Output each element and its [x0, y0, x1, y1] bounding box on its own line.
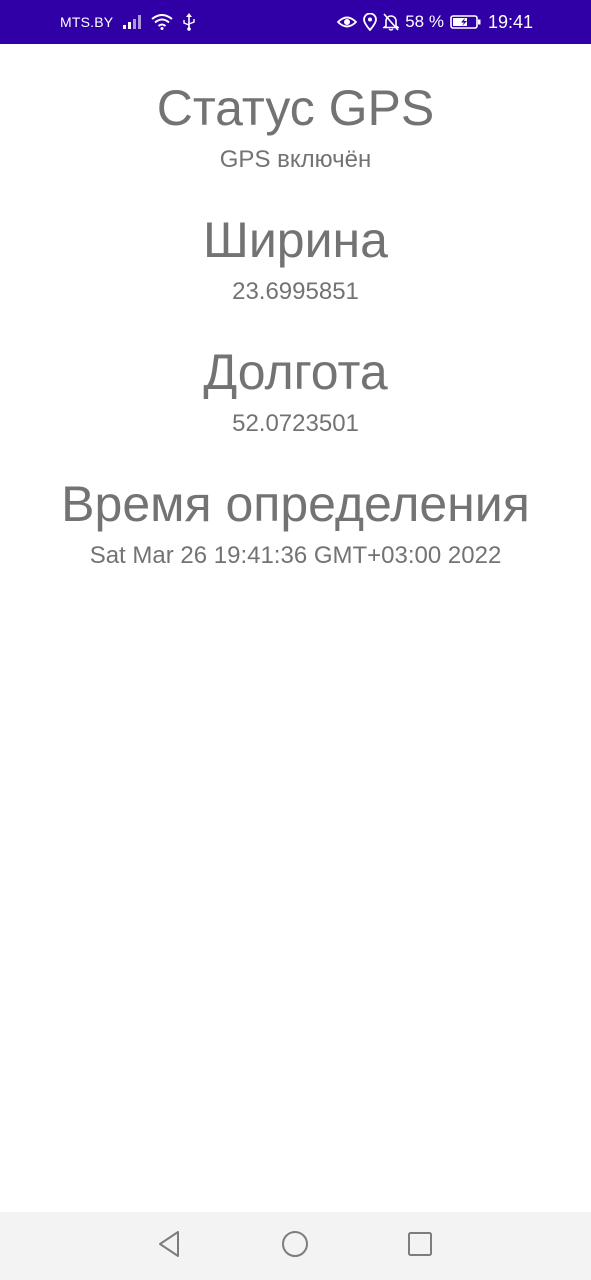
- longitude-value: 52.0723501: [232, 410, 359, 437]
- usb-icon: [183, 13, 196, 31]
- gps-info-screen: Статус GPS GPS включён Ширина 23.6995851…: [0, 44, 591, 1212]
- battery-percent: 58 %: [405, 12, 444, 31]
- location-icon: [363, 13, 378, 31]
- status-bar-right: 58 % 19:41: [337, 0, 533, 44]
- latitude-title: Ширина: [203, 212, 388, 268]
- eye-comfort-icon: [337, 15, 358, 29]
- status-bar: MTS.BY 58 % 19:41: [0, 0, 591, 44]
- wifi-icon: [151, 14, 173, 30]
- fix-time-value: Sat Mar 26 19:41:36 GMT+03:00 2022: [89, 542, 502, 569]
- notifications-muted-icon: [383, 13, 400, 31]
- navigation-bar: [0, 1212, 591, 1280]
- back-button[interactable]: [153, 1230, 185, 1262]
- gps-status-title: Статус GPS: [156, 80, 435, 136]
- longitude-title: Долгота: [203, 344, 388, 400]
- latitude-value: 23.6995851: [232, 278, 359, 305]
- home-icon: [281, 1230, 309, 1263]
- signal-icon: [123, 15, 142, 29]
- recents-button[interactable]: [404, 1230, 436, 1262]
- fix-time-title: Время определения: [61, 476, 530, 532]
- status-clock: 19:41: [487, 11, 533, 32]
- carrier-label: MTS.BY: [60, 14, 114, 30]
- status-bar-left: MTS.BY: [60, 0, 196, 44]
- gps-status-value: GPS включён: [219, 146, 372, 173]
- recents-icon: [407, 1231, 433, 1262]
- battery-charging-icon: [450, 14, 482, 30]
- back-icon: [156, 1230, 182, 1263]
- home-button[interactable]: [279, 1230, 311, 1262]
